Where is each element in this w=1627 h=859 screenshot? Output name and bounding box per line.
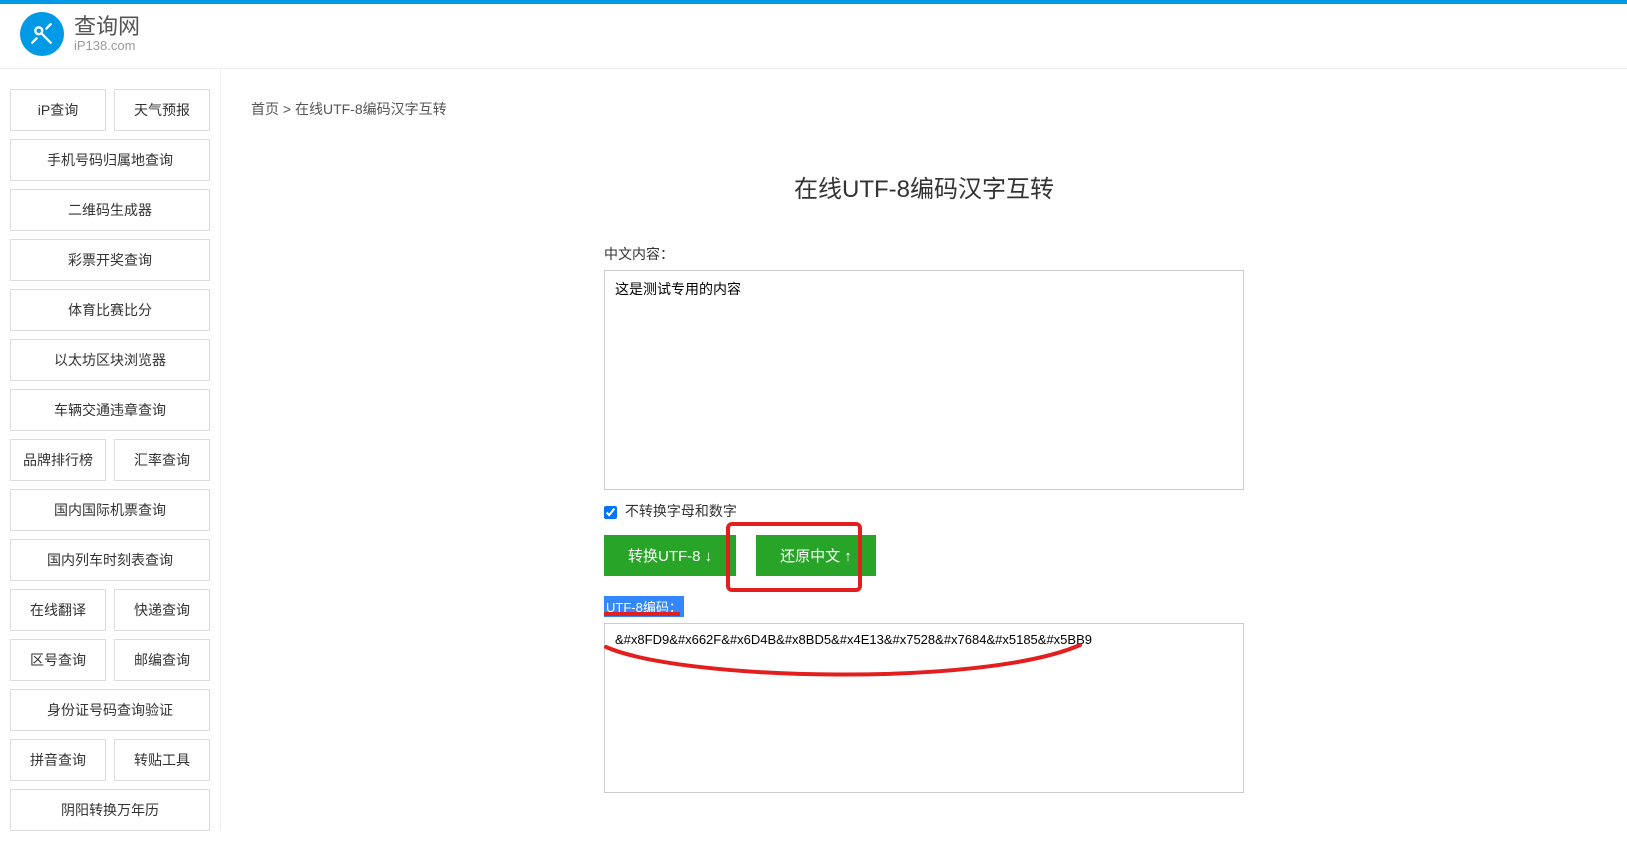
breadcrumb-home[interactable]: 首页 xyxy=(251,101,279,117)
chinese-input[interactable] xyxy=(604,270,1244,490)
skip-alnum-checkbox[interactable] xyxy=(604,506,617,519)
sidebar-item[interactable]: 国内列车时刻表查询 xyxy=(10,539,210,581)
breadcrumb-current: 在线UTF-8编码汉字互转 xyxy=(295,101,447,117)
sidebar-item[interactable]: 车辆交通违章查询 xyxy=(10,389,210,431)
header: 查询网 iP138.com xyxy=(0,4,1627,69)
brand-subtitle: iP138.com xyxy=(74,39,140,53)
breadcrumb: 首页 > 在线UTF-8编码汉字互转 xyxy=(251,99,1597,119)
sidebar-item[interactable]: 身份证号码查询验证 xyxy=(10,689,210,731)
sidebar-item[interactable]: 手机号码归属地查询 xyxy=(10,139,210,181)
page-title: 在线UTF-8编码汉字互转 xyxy=(604,169,1244,204)
logo-icon xyxy=(20,12,64,56)
breadcrumb-sep: > xyxy=(279,101,295,117)
sidebar-item[interactable]: 在线翻译 xyxy=(10,589,106,631)
sidebar-item[interactable]: 以太坊区块浏览器 xyxy=(10,339,210,381)
encode-button[interactable]: 转换UTF-8 ↓ xyxy=(604,535,736,576)
decode-button[interactable]: 还原中文 ↑ xyxy=(756,535,876,576)
sidebar-item[interactable]: 彩票开奖查询 xyxy=(10,239,210,281)
skip-alnum-label[interactable]: 不转换字母和数字 xyxy=(625,503,737,519)
main-content: 首页 > 在线UTF-8编码汉字互转 在线UTF-8编码汉字互转 中文内容： 不… xyxy=(220,69,1627,829)
sidebar-item[interactable]: 天气预报 xyxy=(114,89,210,131)
sidebar-item[interactable]: 快递查询 xyxy=(114,589,210,631)
sidebar-item[interactable]: 体育比赛比分 xyxy=(10,289,210,331)
utf8-output[interactable] xyxy=(604,623,1244,793)
input-label: 中文内容： xyxy=(604,244,1244,264)
sidebar-item[interactable]: 阴阳转换万年历 xyxy=(10,789,210,831)
sidebar-item[interactable]: iP查询 xyxy=(10,89,106,131)
brand-title: 查询网 xyxy=(74,15,140,39)
sidebar-item[interactable]: 拼音查询 xyxy=(10,739,106,781)
sidebar-item[interactable]: 汇率查询 xyxy=(114,439,210,481)
sidebar-item[interactable]: 转贴工具 xyxy=(114,739,210,781)
output-label: UTF-8编码： xyxy=(604,596,684,617)
sidebar: iP查询天气预报手机号码归属地查询二维码生成器彩票开奖查询体育比赛比分以太坊区块… xyxy=(0,69,220,859)
sidebar-item[interactable]: 国内国际机票查询 xyxy=(10,489,210,531)
sidebar-item[interactable]: 邮编查询 xyxy=(114,639,210,681)
sidebar-item[interactable]: 品牌排行榜 xyxy=(10,439,106,481)
sidebar-item[interactable]: 二维码生成器 xyxy=(10,189,210,231)
sidebar-item[interactable]: 区号查询 xyxy=(10,639,106,681)
